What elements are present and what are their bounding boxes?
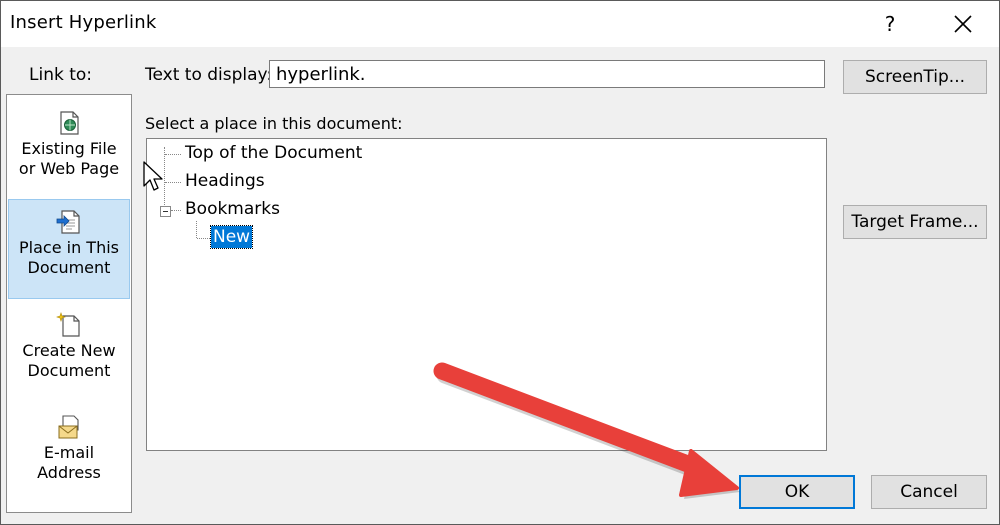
screentip-button[interactable]: ScreenTip... — [843, 60, 987, 94]
insert-hyperlink-dialog: Insert Hyperlink ? Link to: Existing Fil… — [0, 0, 1000, 525]
close-button[interactable] — [944, 7, 982, 41]
text-to-display-input[interactable] — [269, 60, 825, 88]
tree-line — [197, 238, 210, 239]
mouse-pointer-icon — [143, 161, 163, 191]
title-bar: Insert Hyperlink ? — [1, 1, 999, 47]
tree-item-top-of-document[interactable]: Top of the Document — [185, 143, 362, 163]
tree-item-headings[interactable]: Headings — [185, 171, 265, 191]
select-place-label: Select a place in this document: — [145, 114, 403, 133]
dialog-title: Insert Hyperlink — [10, 12, 157, 33]
help-button[interactable]: ? — [873, 7, 907, 41]
tree-item-bookmark-new[interactable]: New — [209, 225, 254, 249]
link-to-label-place: Place in This Document — [19, 238, 119, 277]
tree-line — [196, 221, 197, 238]
document-place-tree[interactable]: Top of the Document Headings Bookmarks N… — [146, 138, 827, 451]
create-new-document-icon — [56, 312, 80, 337]
link-to-label-email: E-mail Address — [37, 443, 101, 482]
close-icon — [954, 15, 972, 33]
cancel-button[interactable]: Cancel — [871, 475, 987, 509]
target-frame-button[interactable]: Target Frame... — [843, 205, 987, 239]
tree-item-bookmarks[interactable]: Bookmarks — [185, 199, 280, 219]
link-to-label-existing-file: Existing File or Web Page — [18, 139, 120, 178]
link-to-existing-file[interactable]: Existing File or Web Page — [8, 101, 130, 201]
tree-line — [165, 182, 181, 183]
text-to-display-label: Text to display: — [145, 65, 273, 85]
link-to-create-new-document[interactable]: Create New Document — [8, 303, 130, 403]
ok-button[interactable]: OK — [739, 475, 855, 509]
link-to-place-in-document[interactable]: Place in This Document — [8, 199, 130, 299]
tree-line — [165, 154, 181, 155]
link-to-label: Link to: — [29, 65, 93, 85]
link-to-email-address[interactable]: E-mail Address — [8, 405, 130, 505]
existing-file-web-icon — [60, 111, 79, 135]
link-to-panel: Existing File or Web Page Place in This … — [6, 94, 132, 513]
place-in-document-icon — [56, 210, 80, 234]
link-to-label-create-new: Create New Document — [22, 341, 116, 380]
tree-line — [171, 210, 181, 211]
bookmarks-collapse-toggle[interactable] — [160, 206, 171, 217]
email-address-icon — [58, 415, 79, 439]
